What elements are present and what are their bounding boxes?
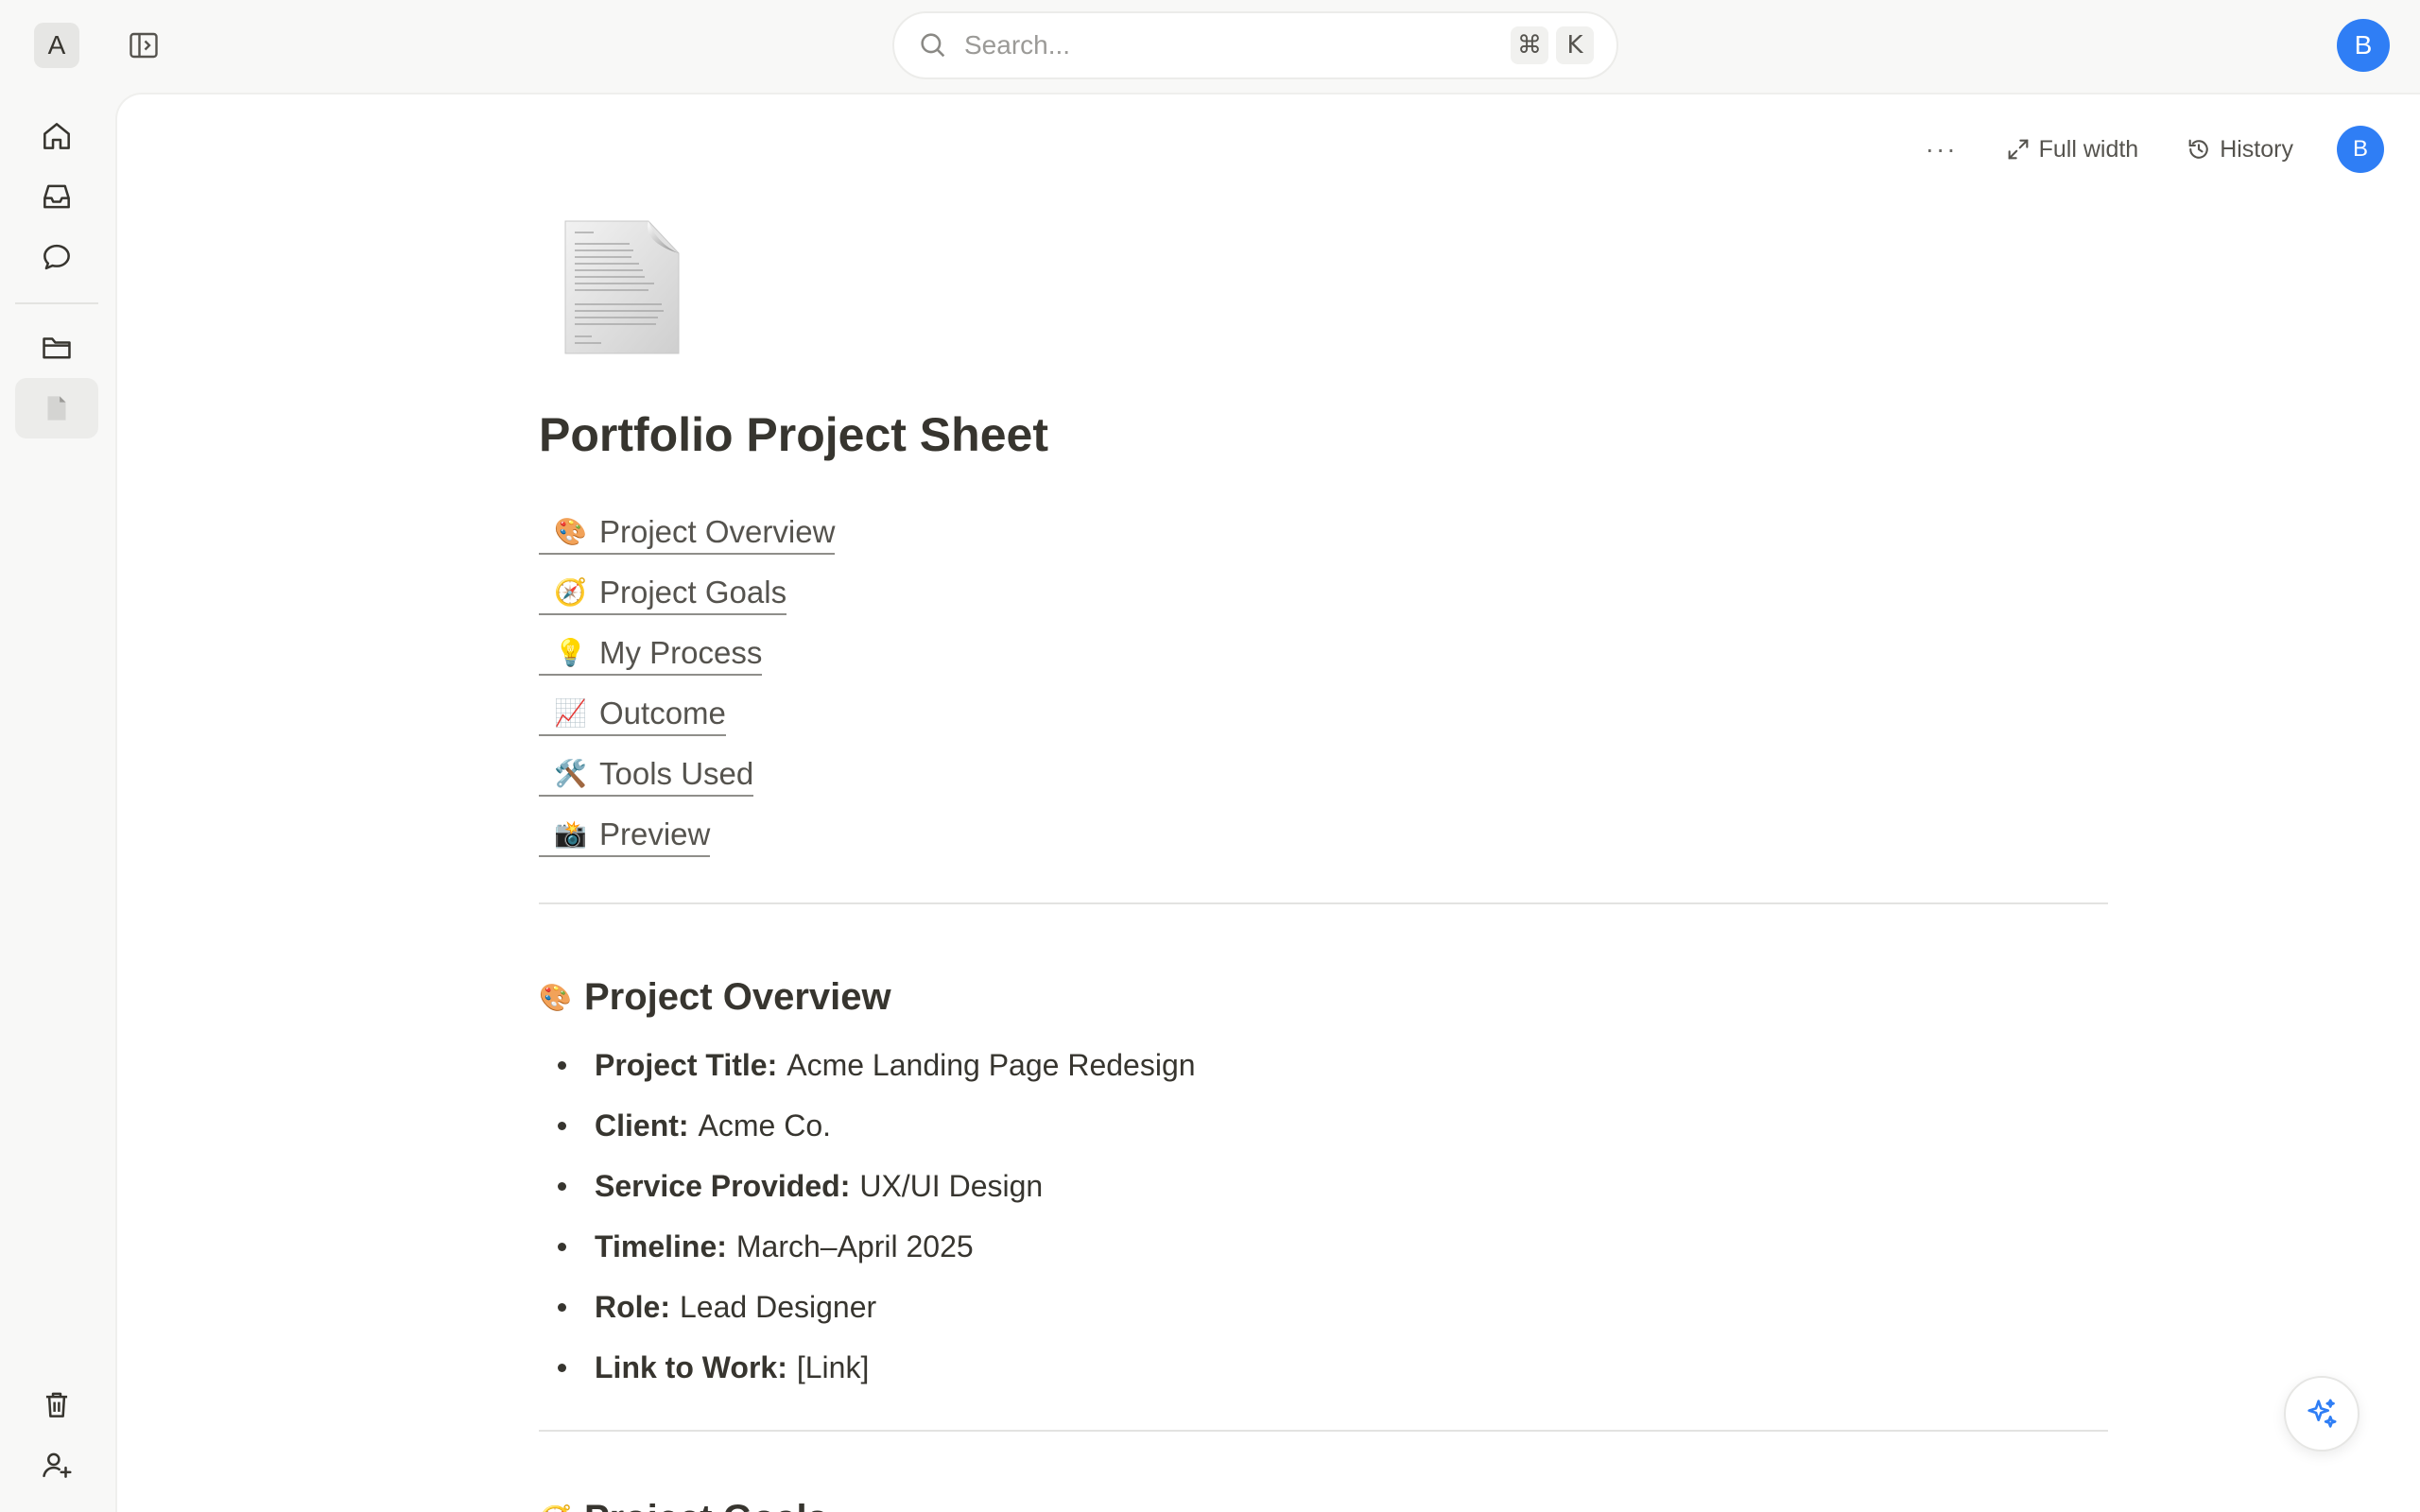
- field-value: UX/UI Design: [859, 1168, 1044, 1203]
- toc-item: 🛠️ Tools Used: [539, 746, 2108, 806]
- field-key: Timeline:: [595, 1228, 727, 1263]
- top-bar: A ⌘ K B: [0, 0, 2420, 91]
- toc-link-tools-used[interactable]: 🛠️ Tools Used: [539, 755, 754, 797]
- compass-icon: 🧭: [539, 1503, 572, 1512]
- field-key: Project Title:: [595, 1047, 778, 1082]
- document-page: Portfolio Project Sheet 🎨 Project Overvi…: [539, 219, 2108, 1512]
- inbox-icon: [43, 184, 70, 209]
- user-avatar[interactable]: B: [2337, 19, 2390, 72]
- table-of-contents: 🎨 Project Overview 🧭 Project Goals 💡 My …: [539, 504, 2108, 867]
- toc-item: 🧭 Project Goals: [539, 564, 2108, 625]
- shortcut-key-k: K: [1556, 26, 1594, 64]
- left-rail: [0, 91, 113, 1512]
- toc-label: Preview: [599, 816, 711, 851]
- rail-folder[interactable]: [15, 318, 98, 378]
- field-key: Link to Work:: [595, 1349, 787, 1384]
- toc-label: Project Overview: [599, 514, 836, 549]
- tools-icon: 🛠️: [554, 758, 587, 789]
- search-input[interactable]: [964, 30, 1503, 60]
- page-icon-document[interactable]: [563, 219, 681, 355]
- search-bar[interactable]: ⌘ K: [892, 11, 1618, 79]
- toc-label: My Process: [599, 635, 763, 670]
- field-value: [Link]: [796, 1349, 870, 1384]
- history-button[interactable]: History: [2170, 136, 2308, 163]
- light-bulb-icon: 💡: [554, 637, 587, 668]
- field-key: Service Provided:: [595, 1168, 851, 1203]
- list-item[interactable]: Role: Lead Designer: [539, 1277, 2108, 1337]
- chat-bubble-icon: [43, 244, 70, 270]
- list-item[interactable]: Timeline: March–April 2025: [539, 1216, 2108, 1277]
- search-icon: [921, 33, 945, 58]
- collaborator-initial: B: [2352, 136, 2368, 162]
- field-value: Acme Co.: [698, 1108, 832, 1143]
- history-icon: [2188, 139, 2208, 159]
- field-value: Lead Designer: [680, 1289, 877, 1324]
- field-key: Role:: [595, 1289, 670, 1324]
- chart-increasing-icon: 📈: [554, 697, 587, 729]
- rail-inbox[interactable]: [15, 166, 98, 227]
- full-width-label: Full width: [2038, 135, 2139, 163]
- section-heading-text: Project Overview: [584, 975, 891, 1018]
- sparkles-icon: [2308, 1399, 2337, 1428]
- field-value: March–April 2025: [735, 1228, 974, 1263]
- toc-link-my-process[interactable]: 💡 My Process: [539, 634, 763, 676]
- compass-icon: 🧭: [554, 576, 587, 608]
- full-width-button[interactable]: Full width: [1990, 136, 2154, 163]
- list-item[interactable]: Project Title: Acme Landing Page Redesign: [539, 1035, 2108, 1095]
- list-item[interactable]: Link to Work: [Link]: [539, 1337, 2108, 1398]
- page-title[interactable]: Portfolio Project Sheet: [539, 407, 2108, 464]
- rail-trash[interactable]: [15, 1374, 98, 1435]
- toc-link-project-goals[interactable]: 🧭 Project Goals: [539, 574, 787, 615]
- rail-home[interactable]: [15, 106, 98, 166]
- workspace-initial: A: [47, 30, 66, 60]
- divider: [539, 1430, 2108, 1432]
- history-label: History: [2220, 135, 2293, 163]
- more-options-button[interactable]: ···: [1910, 134, 1973, 164]
- toc-item: 💡 My Process: [539, 625, 2108, 685]
- divider: [539, 902, 2108, 904]
- list-item[interactable]: Client: Acme Co.: [539, 1095, 2108, 1156]
- toc-label: Tools Used: [599, 756, 754, 791]
- palette-icon: 🎨: [539, 981, 572, 1013]
- user-initial: B: [2354, 30, 2373, 60]
- toc-item: 📸 Preview: [539, 806, 2108, 867]
- document-toolbar: ··· Full width History B: [1910, 121, 2384, 178]
- section-heading-project-overview[interactable]: 🎨 Project Overview: [539, 969, 2108, 1025]
- toc-label: Outcome: [599, 696, 726, 730]
- toc-item: 📈 Outcome: [539, 685, 2108, 746]
- toc-item: 🎨 Project Overview: [539, 504, 2108, 564]
- section-heading-project-goals[interactable]: 🧭 Project Goals: [539, 1490, 2108, 1512]
- toc-link-preview[interactable]: 📸 Preview: [539, 816, 711, 857]
- rail-add-user[interactable]: [15, 1435, 98, 1495]
- workspace-switcher[interactable]: A: [34, 23, 79, 68]
- sidebar-toggle-icon[interactable]: [127, 28, 161, 62]
- shortcut-key-cmd: ⌘: [1511, 26, 1548, 64]
- expand-icon: [2008, 139, 2028, 160]
- add-user-icon: [43, 1452, 72, 1478]
- palette-icon: 🎨: [554, 516, 587, 547]
- document-pane: ··· Full width History B Portfolio Proje…: [115, 93, 2420, 1512]
- folder-icon: [43, 337, 71, 359]
- rail-current-document[interactable]: [15, 378, 98, 438]
- ai-assistant-button[interactable]: [2284, 1376, 2360, 1452]
- section-heading-text: Project Goals: [584, 1498, 828, 1512]
- camera-flash-icon: 📸: [554, 818, 587, 850]
- trash-icon: [45, 1392, 68, 1418]
- field-key: Client:: [595, 1108, 689, 1143]
- home-icon: [43, 123, 70, 149]
- toc-link-project-overview[interactable]: 🎨 Project Overview: [539, 513, 836, 555]
- collaborator-avatar[interactable]: B: [2337, 126, 2384, 173]
- overview-list: Project Title: Acme Landing Page Redesign…: [539, 1035, 2108, 1398]
- rail-chat[interactable]: [15, 227, 98, 287]
- field-value: Acme Landing Page Redesign: [786, 1047, 1196, 1082]
- toc-link-outcome[interactable]: 📈 Outcome: [539, 695, 726, 736]
- document-icon: [47, 396, 66, 421]
- toc-label: Project Goals: [599, 575, 787, 610]
- list-item[interactable]: Service Provided: UX/UI Design: [539, 1156, 2108, 1216]
- rail-divider: [15, 302, 98, 304]
